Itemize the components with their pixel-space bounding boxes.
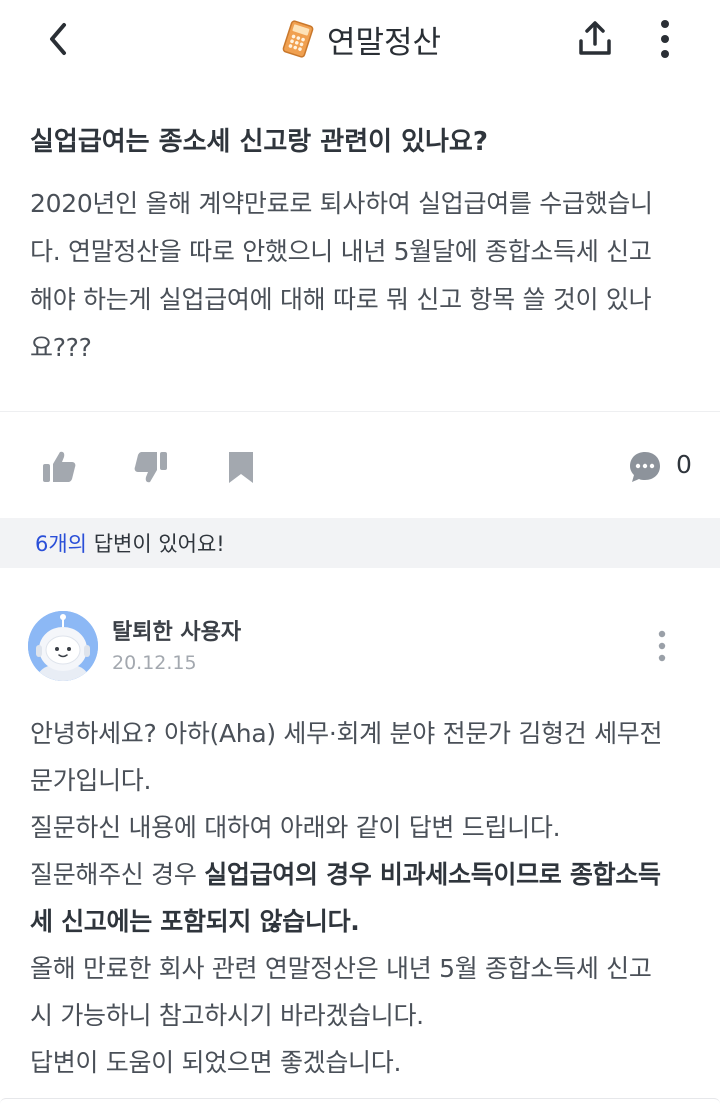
question-line: 해야 하는게 실업급여에 대해 따로 뭐 신고 항목 쓸 것이 있나: [30, 285, 652, 314]
question-actions: 0: [0, 436, 720, 496]
answer-date: 20.12.15: [112, 652, 197, 674]
answer-more-button[interactable]: [642, 624, 682, 668]
like-button[interactable]: [34, 442, 84, 492]
dislike-button[interactable]: [126, 442, 176, 492]
answer-line: 세 신고에는 포함되지 않습니다.: [30, 898, 694, 945]
top-bar: 연말정산: [0, 0, 720, 80]
share-icon: [579, 21, 611, 55]
comment-icon: [630, 452, 660, 482]
answer-highlight: 실업급여의 경우 비과세소득이므로 종합소득: [204, 860, 661, 889]
answer-line: 질문하신 내용에 대하여 아래와 같이 답변 드립니다.: [30, 813, 561, 842]
answer-line: 문가입니다.: [30, 766, 152, 795]
divider: [0, 411, 720, 412]
question-body: 2020년인 올해 계약만료로 퇴사하여 실업급여를 수급했습니 다. 연말정산…: [30, 180, 694, 372]
answer-author[interactable]: 탈퇴한 사용자: [112, 614, 241, 646]
astronaut-avatar-icon: [28, 611, 98, 681]
answer-line: 안녕하세요? 아하(Aha) 세무·회계 분야 전문가 김형건 세무전: [30, 719, 663, 748]
answer-line: 질문해주신 경우 실업급여의 경우 비과세소득이므로 종합소득: [30, 851, 694, 898]
share-button[interactable]: [570, 14, 620, 64]
page-title: 연말정산: [326, 24, 442, 61]
answer-line: 시 가능하니 참고하시기 바라겠습니다.: [30, 1001, 424, 1030]
answer-line: 올해 만료한 회사 관련 연말정산은 내년 5월 종합소득세 신고: [30, 954, 652, 983]
bookmark-button[interactable]: [216, 442, 266, 492]
answer-text: 질문해주신 경우: [30, 860, 205, 889]
bottom-sheet-edge: [0, 1098, 720, 1104]
more-vertical-icon: [658, 630, 666, 662]
answer-line: 답변이 도움이 되었으면 좋겠습니다.: [30, 1048, 402, 1077]
thumbs-up-icon: [43, 451, 76, 482]
thumbs-down-icon: [134, 452, 167, 483]
answers-count: 6개의: [35, 532, 88, 556]
answers-count-suffix: 답변이 있어요!: [87, 532, 225, 556]
answer-highlight: 세 신고에는 포함되지 않습니다.: [30, 907, 360, 936]
comment-button[interactable]: [620, 442, 670, 492]
question-line: 2020년인 올해 계약만료로 퇴사하여 실업급여를 수급했습니: [30, 189, 653, 218]
question-title: 실업급여는 종소세 신고랑 관련이 있나요?: [30, 127, 488, 157]
question-line: 다. 연말정산을 따로 안했으니 내년 5월달에 종합소득세 신고: [30, 237, 652, 266]
question-line: 요???: [30, 333, 92, 362]
more-options-button[interactable]: [642, 14, 688, 64]
comment-count: 0: [676, 450, 692, 479]
calculator-icon: [282, 20, 314, 58]
avatar[interactable]: [28, 611, 98, 681]
answer-body: 안녕하세요? 아하(Aha) 세무·회계 분야 전문가 김형건 세무전 문가입니…: [30, 710, 694, 1086]
more-vertical-icon: [661, 20, 669, 58]
bookmark-icon: [229, 452, 253, 483]
answers-count-bar: 6개의 답변이 있어요!: [0, 518, 720, 568]
